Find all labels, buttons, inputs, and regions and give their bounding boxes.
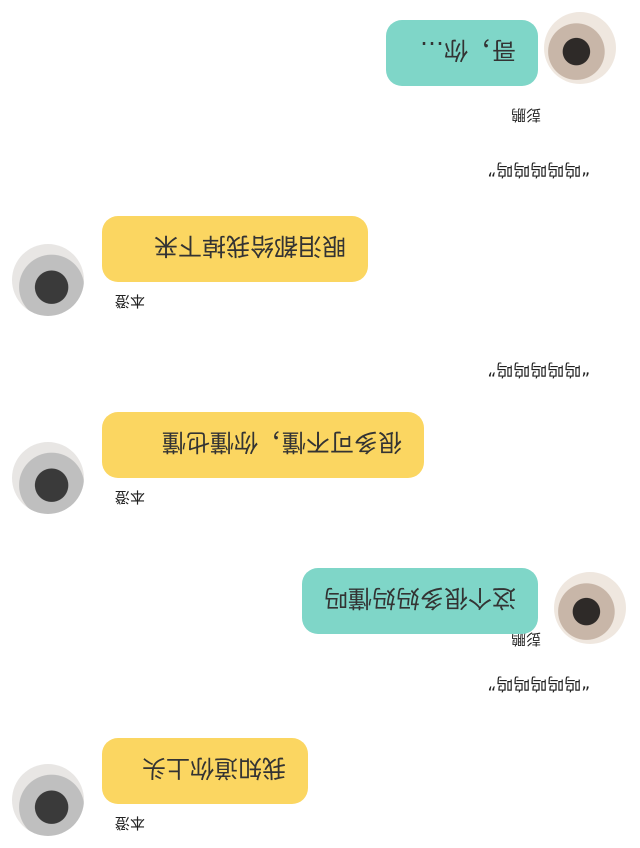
message-bubble[interactable]: 我知道你上头 [102, 738, 308, 804]
system-message: “呜呜呜呜呜” [487, 159, 590, 179]
avatar-bencheng[interactable] [12, 764, 84, 836]
message-bubble[interactable]: 很多可不懂，你懂也懂 [102, 412, 424, 478]
sender-name: 本澄 [114, 814, 145, 832]
avatar-pengpeng[interactable] [554, 572, 626, 644]
message-bubble[interactable]: 这个很多妈妈懂吗 [302, 568, 538, 634]
system-message: “呜呜呜呜呜” [487, 673, 590, 693]
message-bubble[interactable]: 哥，你… [386, 20, 538, 86]
avatar-pengpeng[interactable] [544, 12, 616, 84]
chat-screen: 本澄 我知道你上头 “呜呜呜呜呜” 彭鹏 这个很多妈妈懂吗 本澄 很多可不懂，你… [0, 0, 640, 848]
sender-name: 本澄 [114, 488, 145, 506]
message-bubble[interactable]: 眼泪都给我掉下来 [102, 216, 368, 282]
system-message: “呜呜呜呜呜” [487, 359, 590, 379]
avatar-bencheng[interactable] [12, 442, 84, 514]
sender-name: 彭鹏 [510, 106, 541, 124]
avatar-bencheng[interactable] [12, 244, 84, 316]
sender-name: 本澄 [114, 292, 145, 310]
